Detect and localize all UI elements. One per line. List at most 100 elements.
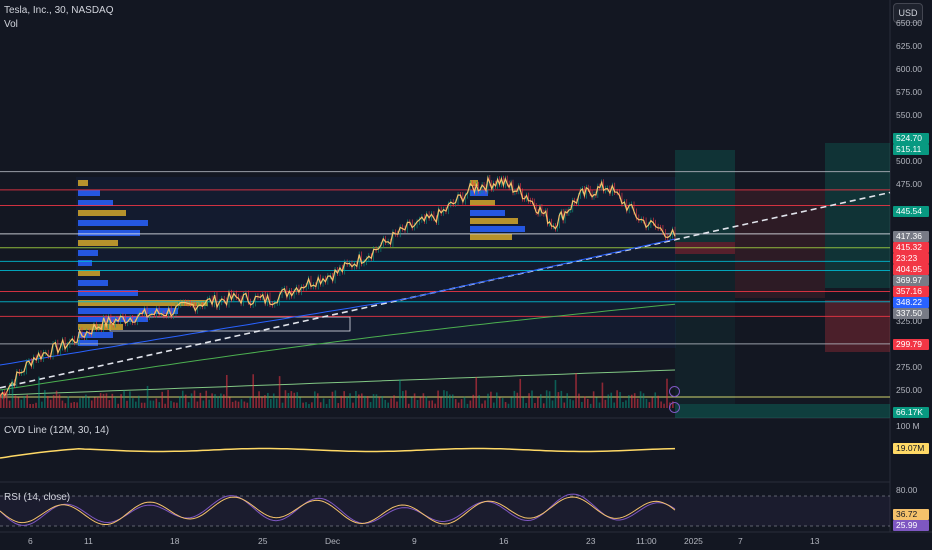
volume-zone (675, 404, 890, 418)
volume-bar (193, 390, 196, 408)
volume-bar (35, 402, 37, 408)
price-label: 299.79 (893, 339, 929, 351)
volume-bar (460, 399, 463, 408)
volume-bar (551, 400, 554, 408)
volume-bar (407, 403, 410, 408)
time-tick: 13 (810, 536, 820, 546)
volume-bar (630, 394, 633, 408)
volume-bar (237, 401, 240, 408)
price-tick: 475.00 (896, 178, 922, 189)
volume-bar (258, 391, 260, 408)
volume-bar (487, 393, 489, 408)
volume-bar (223, 394, 225, 408)
volume-bar (272, 393, 275, 408)
time-tick: Dec (325, 536, 341, 546)
volume-bar (566, 393, 569, 408)
price-tick: 600.00 (896, 63, 922, 74)
volume-bar (366, 396, 369, 408)
volume-bar (642, 393, 645, 408)
symbol-title[interactable]: Tesla, Inc., 30, NASDAQ (4, 5, 114, 16)
chart-canvas[interactable] (0, 0, 932, 550)
volume-profile-bar (78, 340, 98, 346)
volume-bar (475, 376, 478, 408)
volume-bar (463, 396, 466, 408)
volume-profile-bar (78, 250, 98, 256)
volume-bar (334, 390, 337, 408)
cvd-line (0, 447, 676, 459)
cvd-legend[interactable]: CVD Line (12M, 30, 14) (4, 425, 109, 436)
volume-bar (70, 402, 73, 408)
volume-bar (181, 390, 184, 408)
volume-bar (316, 393, 319, 408)
volume-bar (616, 390, 618, 408)
add-alert-icon[interactable] (669, 386, 680, 397)
volume-bar (32, 403, 34, 408)
volume-bar (519, 378, 522, 408)
volume-bar (657, 395, 659, 408)
price-label: 404.95 (893, 264, 929, 276)
volume-bar (554, 380, 557, 408)
volume-bar (428, 400, 431, 408)
volume-bar (114, 397, 117, 408)
volume-bar (434, 403, 436, 408)
volume-bar (352, 402, 354, 408)
volume-bar (211, 393, 213, 408)
volume-profile-bar (78, 290, 138, 296)
volume-bar (8, 400, 11, 408)
volume-bar (61, 400, 64, 408)
volume-bar (205, 390, 208, 408)
rsi-value-label-2: 25.99 (893, 520, 929, 531)
volume-legend[interactable]: Vol (4, 19, 18, 30)
price-label: 417.36 (893, 231, 929, 243)
volume-bar (569, 399, 571, 408)
volume-bar (454, 399, 457, 408)
volume-bar (525, 402, 527, 408)
volume-bar (278, 376, 281, 408)
volume-bar (619, 392, 621, 408)
price-tick: 275.00 (896, 361, 922, 372)
volume-bar (208, 399, 210, 408)
rsi-legend[interactable]: RSI (14, close) (4, 492, 70, 503)
volume-bar (305, 402, 307, 408)
volume-bar (64, 403, 67, 408)
volume-profile-bar (470, 226, 525, 232)
volume-bar (542, 403, 545, 408)
volume-bar (173, 402, 175, 408)
volume-bar (387, 402, 389, 408)
volume-bar (369, 402, 372, 408)
price-label: 415.32 (893, 242, 929, 254)
volume-bar (55, 390, 58, 408)
volume-bar (319, 402, 322, 408)
volume-bar (510, 397, 513, 408)
volume-bar (20, 399, 23, 408)
volume-bar (381, 396, 384, 408)
volume-bar (413, 393, 416, 408)
time-tick: 9 (412, 536, 417, 546)
volume-bar (76, 402, 78, 408)
volume-profile-bar (470, 210, 505, 216)
volume-bar (52, 395, 55, 408)
volume-bar (469, 400, 472, 408)
volume-bar (586, 398, 589, 408)
volume-bar (287, 392, 290, 408)
volume-bar (410, 397, 413, 408)
volume-bar (67, 396, 70, 408)
volume-bar (143, 402, 146, 408)
lightning-icon[interactable] (669, 402, 680, 413)
price-tick: 625.00 (896, 41, 922, 52)
volume-bar (654, 392, 657, 408)
volume-bar (252, 374, 254, 408)
volume-bar (0, 393, 2, 408)
volume-bar (135, 401, 137, 408)
volume-bar (449, 394, 451, 408)
volume-bar (405, 390, 407, 408)
volume-bar (217, 396, 219, 408)
volume-bar (595, 397, 598, 408)
volume-bar (240, 399, 243, 408)
volume-bar (604, 399, 607, 408)
volume-bar (507, 403, 510, 408)
volume-bar (284, 390, 287, 408)
volume-bar (261, 397, 263, 408)
volume-bar (531, 390, 533, 408)
volume-bar (199, 392, 202, 408)
